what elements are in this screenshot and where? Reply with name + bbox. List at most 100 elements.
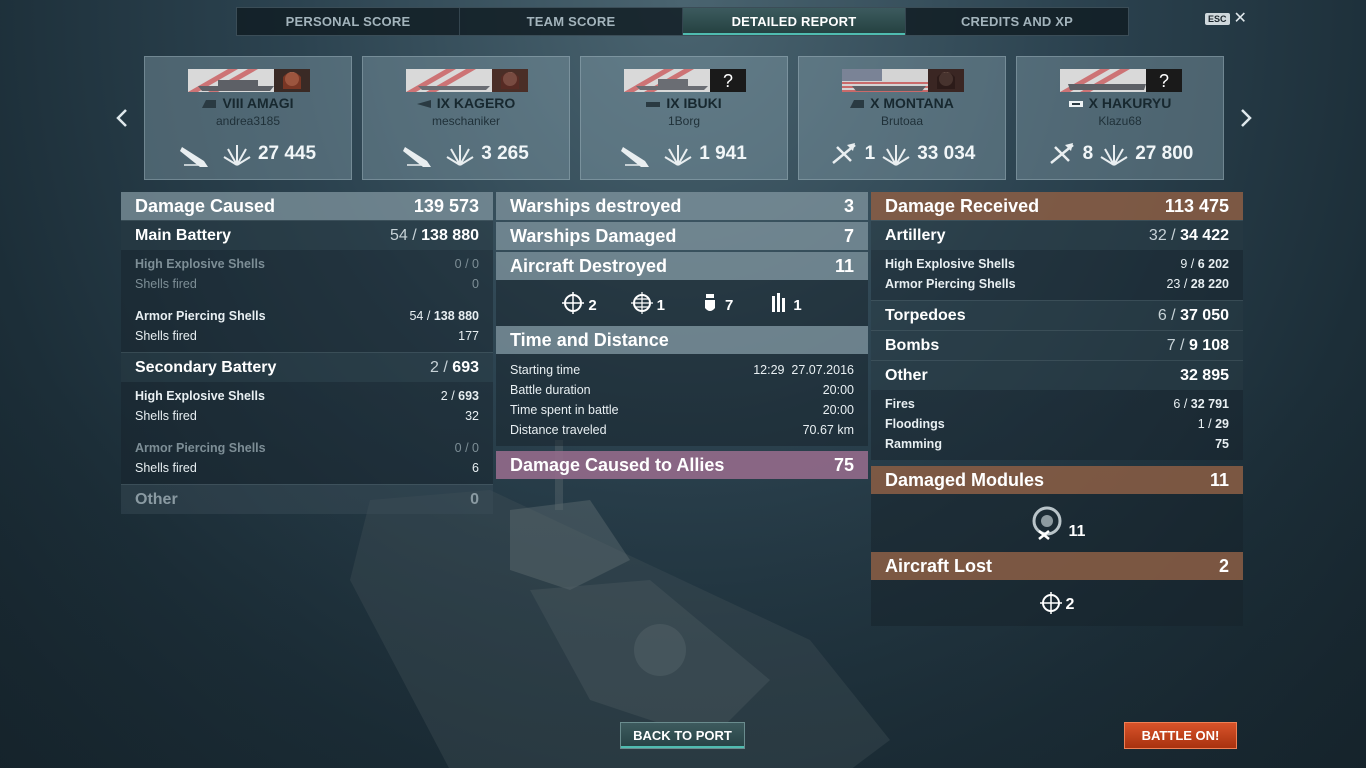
ship-name: IX KAGERO bbox=[363, 95, 569, 111]
received-other-row: Other 32 895 bbox=[871, 360, 1243, 390]
tab-credits-and-xp[interactable]: CREDITS AND XP bbox=[906, 8, 1128, 35]
damage-value: 27 445 bbox=[257, 143, 317, 164]
gun-module-icon bbox=[1032, 506, 1062, 540]
card-stats: 8 27 800 bbox=[1017, 141, 1223, 167]
mb-he-row: High Explosive Shells 0 / 0 bbox=[135, 257, 479, 271]
torpedo-icon bbox=[772, 293, 786, 312]
tab-team-score[interactable]: TEAM SCORE bbox=[460, 8, 683, 35]
close-button[interactable]: ESC ✕ bbox=[1205, 10, 1247, 27]
explosion-damage-icon bbox=[1100, 145, 1128, 166]
damaged-modules-header: Damaged Modules 11 bbox=[871, 466, 1243, 494]
explosion-damage-icon bbox=[446, 145, 474, 166]
warships-panel: Warships destroyed 3 Warships Damaged 7 Ai… bbox=[496, 192, 868, 479]
ship-banner-image: ? bbox=[1060, 69, 1182, 92]
tab-detailed-report[interactable]: DETAILED REPORT bbox=[683, 8, 906, 35]
aircraft-destroyed-breakdown: 2 1 7 1 bbox=[496, 280, 868, 326]
kills-count: 8 bbox=[1082, 143, 1094, 164]
ship-name: X MONTANA bbox=[799, 95, 1005, 111]
spotter-count: 1 bbox=[630, 292, 665, 314]
ship-name: X HAKURYU bbox=[1017, 95, 1223, 111]
ship-name: IX IBUKI bbox=[581, 95, 787, 111]
battleship-icon bbox=[850, 100, 865, 109]
other-details: Fires 6 / 32 791 Floodings 1 / 29 Ramming 7… bbox=[871, 390, 1243, 460]
bomb-icon bbox=[705, 294, 715, 311]
destroyer-icon bbox=[416, 100, 431, 109]
sb-ap-fired-row: Shells fired 6 bbox=[135, 461, 479, 475]
torpedoes-row: Torpedoes 6 / 37 050 bbox=[871, 300, 1243, 330]
artillery-row: Artillery 32 / 34 422 bbox=[871, 220, 1243, 250]
back-to-port-button[interactable]: BACK TO PORT bbox=[620, 722, 745, 749]
cruiser-icon bbox=[646, 102, 661, 108]
carrier-icon bbox=[1068, 101, 1083, 108]
artillery-details: High Explosive Shells 9 / 6 202 Armor Pie… bbox=[871, 250, 1243, 300]
damage-to-allies-row: Damage Caused to Allies 75 bbox=[496, 451, 868, 479]
time-in-battle-row: Time spent in battle 20:00 bbox=[510, 403, 854, 417]
tab-personal-score[interactable]: PERSONAL SCORE bbox=[237, 8, 460, 35]
damage-caused-header: Damage Caused 139 573 bbox=[121, 192, 493, 220]
secondary-battery-details: High Explosive Shells 2 / 693 Shells fire… bbox=[121, 382, 493, 484]
card-stats: 27 445 bbox=[145, 141, 351, 167]
ship-card[interactable]: IX KAGERO meschaniker 3 265 bbox=[362, 56, 570, 180]
sinking-ship-icon bbox=[179, 147, 208, 167]
battleship-icon bbox=[202, 100, 217, 109]
damage-received-panel: Damage Received 113 475 Artillery 32 / 34 … bbox=[871, 192, 1243, 626]
chevron-left-icon[interactable] bbox=[114, 106, 130, 130]
explosion-damage-icon bbox=[882, 145, 910, 166]
damage-received-header: Damage Received 113 475 bbox=[871, 192, 1243, 220]
main-battery-row: Main Battery 54 / 138 880 bbox=[121, 220, 493, 250]
ship-card[interactable]: ? X HAKURYU Klazu68 8 27 800 bbox=[1016, 56, 1224, 180]
card-stats: 3 265 bbox=[363, 141, 569, 167]
explosion-damage-icon bbox=[664, 145, 692, 166]
close-icon: ✕ bbox=[1233, 10, 1247, 27]
esc-key-label: ESC bbox=[1205, 13, 1230, 25]
mb-he-fired-row: Shells fired 0 bbox=[135, 277, 479, 291]
damage-value: 33 034 bbox=[917, 143, 976, 164]
ship-card[interactable]: VIII AMAGI andrea3185 27 445 bbox=[144, 56, 352, 180]
sinking-ship-icon bbox=[403, 147, 432, 167]
bombs-row: Bombs 7 / 9 108 bbox=[871, 330, 1243, 360]
fighter-count: 2 bbox=[562, 292, 597, 314]
explosion-damage-icon bbox=[223, 145, 251, 166]
player-name: andrea3185 bbox=[215, 114, 281, 128]
aircraft-lost-count: 2 bbox=[1039, 592, 1074, 614]
svg-text:?: ? bbox=[723, 71, 733, 91]
ship-banner-image bbox=[188, 69, 310, 92]
ship-banner-image: ? bbox=[624, 69, 746, 92]
plane-destroyed-icon bbox=[831, 143, 856, 164]
battle-on-button[interactable]: BATTLE ON! bbox=[1124, 722, 1237, 749]
distance-row: Distance traveled 70.67 km bbox=[510, 423, 854, 437]
card-stats: 1 941 bbox=[581, 141, 787, 167]
time-distance-details: Starting time 12:29 27.07.2016 Battle dur… bbox=[496, 354, 868, 446]
bomber-count: 7 bbox=[699, 292, 733, 314]
ship-banner-image bbox=[842, 69, 964, 92]
aircraft-lost-body: 2 bbox=[871, 580, 1243, 626]
card-stats: 1 33 034 bbox=[799, 141, 1005, 167]
battle-duration-row: Battle duration 20:00 bbox=[510, 383, 854, 397]
damaged-modules-count: 11 bbox=[1029, 505, 1085, 541]
player-name: Brutoaa bbox=[880, 114, 924, 128]
fighter-crosshair-icon bbox=[562, 292, 585, 314]
kills-count: 1 bbox=[864, 143, 876, 164]
ship-card[interactable]: ? IX IBUKI 1Borg 1 941 bbox=[580, 56, 788, 180]
player-name: meschaniker bbox=[431, 114, 501, 128]
warships-damaged-row: Warships Damaged 7 bbox=[496, 222, 868, 250]
damage-value: 3 265 bbox=[481, 143, 529, 164]
player-name: 1Borg bbox=[667, 114, 701, 128]
spotter-crosshair-icon bbox=[630, 292, 653, 314]
mb-ap-fired-row: Shells fired 177 bbox=[135, 329, 479, 343]
damaged-modules-body: 11 bbox=[871, 494, 1243, 552]
received-ap-row: Armor Piercing Shells 23 / 28 220 bbox=[885, 277, 1229, 291]
aircraft-lost-header: Aircraft Lost 2 bbox=[871, 552, 1243, 580]
time-distance-header: Time and Distance bbox=[496, 326, 868, 354]
torpedo-bomber-count: 1 bbox=[767, 292, 802, 314]
mb-ap-row: Armor Piercing Shells 54 / 138 880 bbox=[135, 309, 479, 323]
aircraft-destroyed-row: Aircraft Destroyed 11 bbox=[496, 252, 868, 280]
damage-caused-panel: Damage Caused 139 573 Main Battery 54 / 13… bbox=[121, 192, 493, 514]
ship-card[interactable]: X MONTANA Brutoaa 1 33 034 bbox=[798, 56, 1006, 180]
secondary-battery-row: Secondary Battery 2 / 693 bbox=[121, 352, 493, 382]
sb-he-row: High Explosive Shells 2 / 693 bbox=[135, 389, 479, 403]
starting-time-row: Starting time 12:29 27.07.2016 bbox=[510, 363, 854, 377]
ship-banner-image bbox=[406, 69, 528, 92]
chevron-right-icon[interactable] bbox=[1238, 106, 1254, 130]
warships-destroyed-row: Warships destroyed 3 bbox=[496, 192, 868, 220]
